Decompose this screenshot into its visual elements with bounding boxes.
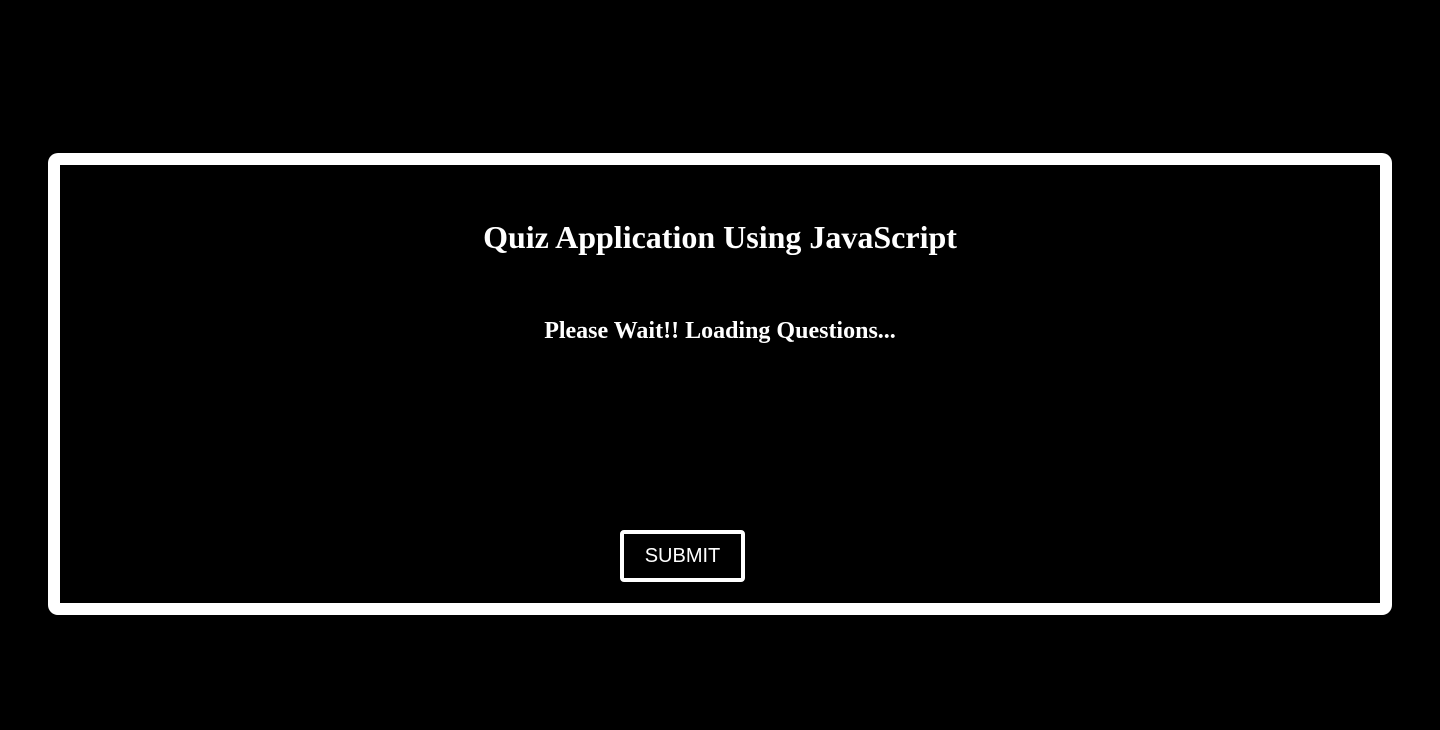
quiz-title: Quiz Application Using JavaScript xyxy=(483,219,957,255)
loading-message: Please Wait!! Loading Questions... xyxy=(544,318,896,344)
submit-button[interactable]: SUBMIT xyxy=(620,530,745,582)
quiz-container: Quiz Application Using JavaScript Please… xyxy=(48,153,1392,615)
